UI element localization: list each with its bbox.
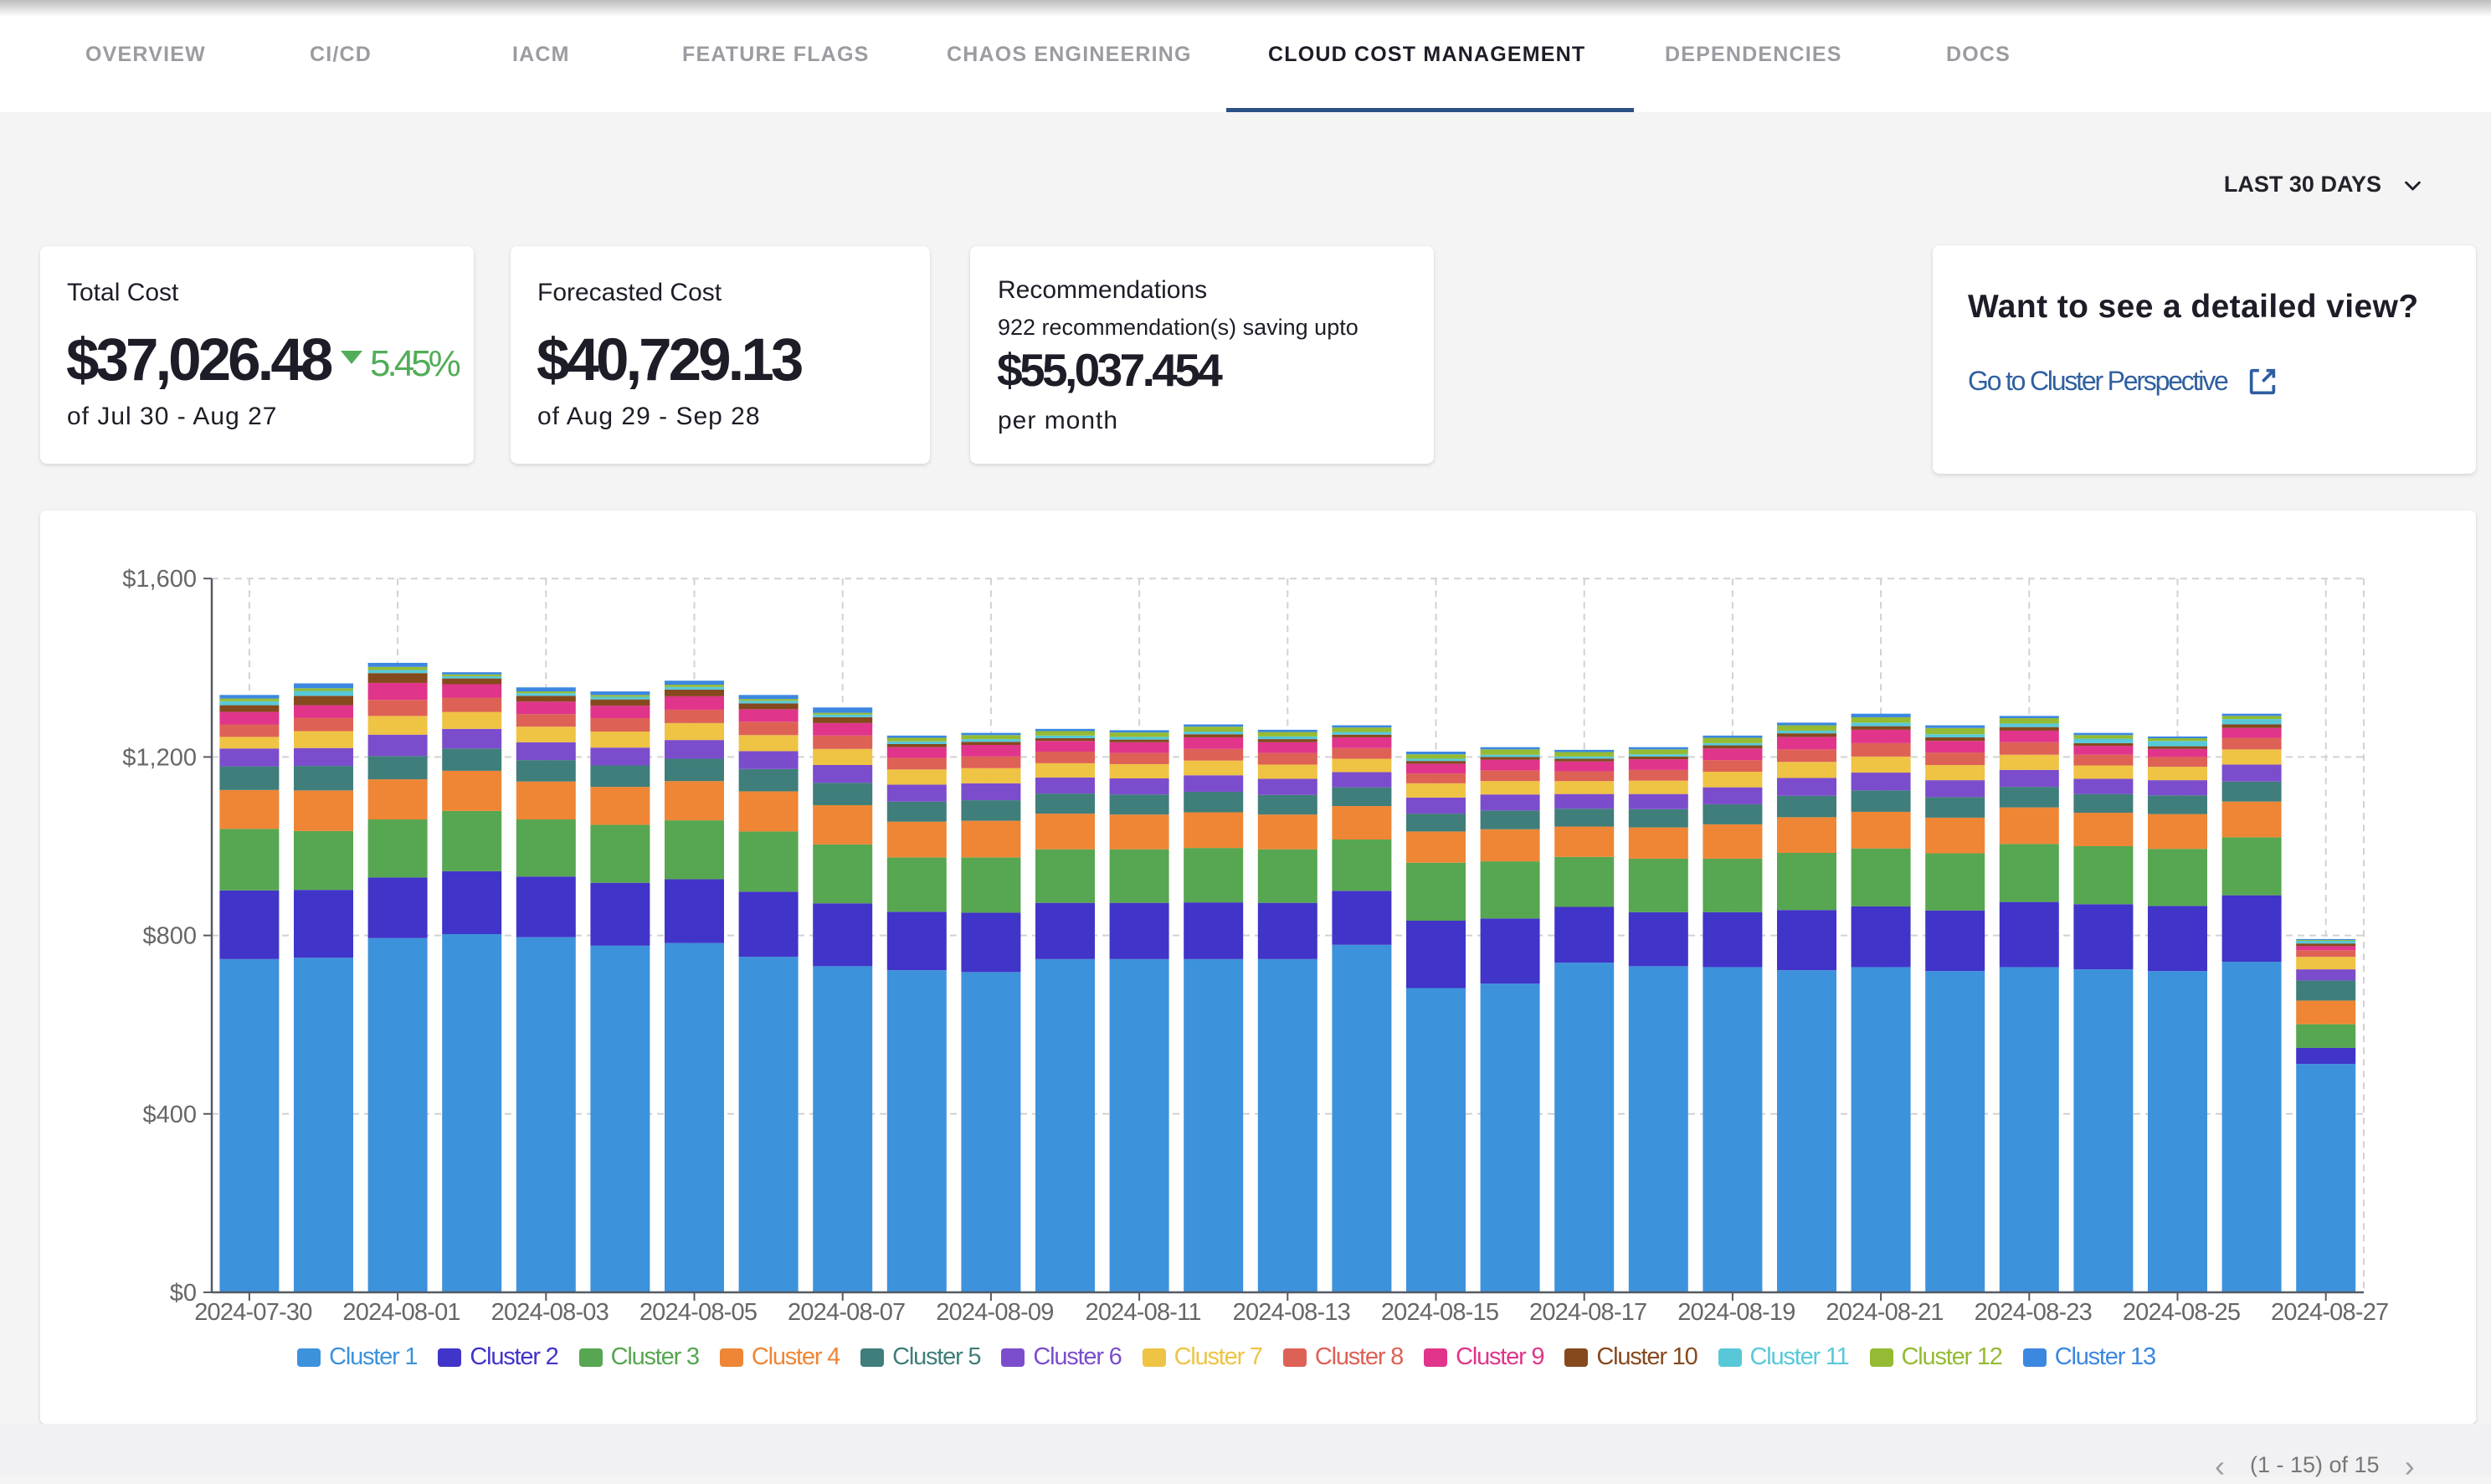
svg-text:2024-08-07: 2024-08-07 (788, 1299, 905, 1326)
svg-text:2024-08-09: 2024-08-09 (936, 1299, 1053, 1326)
svg-text:2024-08-19: 2024-08-19 (1677, 1299, 1795, 1326)
svg-text:2024-08-27: 2024-08-27 (2271, 1299, 2388, 1326)
svg-text:$1,600: $1,600 (122, 566, 197, 593)
svg-text:$1,200: $1,200 (122, 744, 197, 771)
svg-text:2024-08-13: 2024-08-13 (1233, 1299, 1350, 1326)
svg-text:2024-08-25: 2024-08-25 (2123, 1299, 2240, 1326)
svg-text:2024-08-03: 2024-08-03 (491, 1299, 609, 1326)
svg-text:$0: $0 (170, 1280, 197, 1307)
svg-text:2024-07-30: 2024-07-30 (194, 1299, 311, 1326)
svg-text:$400: $400 (142, 1101, 197, 1128)
svg-text:2024-08-05: 2024-08-05 (639, 1299, 757, 1326)
svg-text:2024-08-11: 2024-08-11 (1085, 1299, 1200, 1326)
svg-text:$800: $800 (142, 923, 197, 950)
svg-text:2024-08-17: 2024-08-17 (1529, 1299, 1646, 1326)
svg-text:2024-08-23: 2024-08-23 (1975, 1299, 2092, 1326)
svg-text:2024-08-15: 2024-08-15 (1381, 1299, 1498, 1326)
svg-text:2024-08-01: 2024-08-01 (342, 1299, 460, 1326)
svg-text:2024-08-21: 2024-08-21 (1826, 1299, 1943, 1326)
